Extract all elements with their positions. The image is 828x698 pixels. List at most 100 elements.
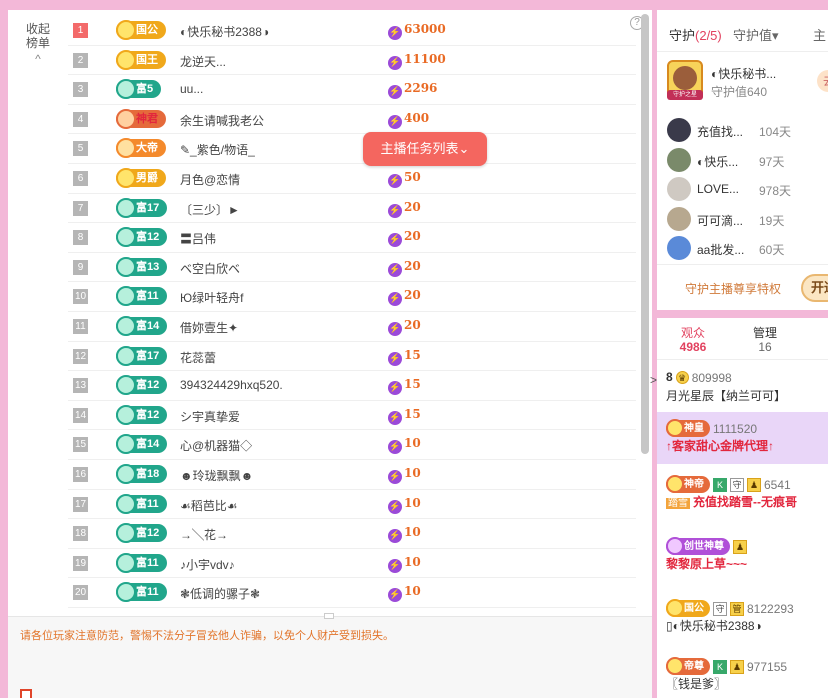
score-value: 10 xyxy=(404,495,421,510)
user-name[interactable]: uu... xyxy=(180,82,203,96)
ranking-row[interactable]: 6 男爵 月色@恋情 ⚡ 50 xyxy=(68,164,636,194)
user-name[interactable]: 月色@恋情 xyxy=(180,171,240,188)
ranking-row[interactable]: 7 富17 〔三少〕► ⚡ 20 xyxy=(68,194,636,224)
tab-guard-value[interactable]: 守护值▾ xyxy=(733,25,779,44)
rank-number: 13 xyxy=(73,378,88,394)
collapse-ranking-button[interactable]: 收起 榜单 ^ xyxy=(22,22,54,66)
notice-checkbox[interactable] xyxy=(20,689,32,698)
user-name[interactable]: ☻玲珑飘飘☻ xyxy=(180,467,253,484)
badge-label: 富17 xyxy=(136,201,160,214)
ranking-row[interactable]: 1 国公 ◐快乐秘书2388◑ ⚡ 63000 xyxy=(68,16,636,46)
viewer-item[interactable]: 国公守管 8122293 ▯◐快乐秘书2388◑ xyxy=(657,599,828,634)
ranking-row[interactable]: 9 富13 ベ空白欣ベ ⚡ 20 xyxy=(68,253,636,283)
open-guard-button[interactable]: 开通 xyxy=(801,274,828,302)
expand-arrow-icon[interactable]: > xyxy=(650,373,657,387)
viewer-item[interactable]: 神帝 K 守 ♟ 6541 踏雪 充值找踏雪--无痕哥 xyxy=(657,475,828,512)
ranking-scrollbar[interactable] xyxy=(641,14,649,454)
guard-name: 充值找... xyxy=(697,125,744,139)
go-button[interactable]: 去 xyxy=(817,70,828,92)
user-name[interactable]: Ю绿叶轻舟f xyxy=(180,289,243,306)
viewer-badges: 神帝 K 守 ♟ 6541 xyxy=(666,475,828,494)
badge-label: 富11 xyxy=(136,586,159,599)
badge-label: 富18 xyxy=(136,467,160,480)
lightning-icon: ⚡ xyxy=(388,529,402,544)
viewer-name: 黎黎原上草~~~ xyxy=(666,557,748,571)
tab-guard[interactable]: 守护(2/5) xyxy=(669,25,722,44)
guard-name: ◐快乐... xyxy=(697,154,739,169)
ranking-row[interactable]: 19 富11 ♪小宇vdv♪ ⚡ 10 xyxy=(68,549,636,579)
level-badge: 富12 xyxy=(116,375,168,396)
score-value: 15 xyxy=(404,347,421,362)
tab-admin[interactable]: 管理 16 xyxy=(745,326,785,354)
user-name[interactable]: ❃低调的骡子❃ xyxy=(180,585,260,602)
ranking-row[interactable]: 13 富12 394324429hxq520. ⚡ 15 xyxy=(68,371,636,401)
rank-number: 3 xyxy=(73,82,88,98)
user-name[interactable]: ♪小宇vdv♪ xyxy=(180,556,235,573)
score-value: 50 xyxy=(404,169,421,184)
badge-icon xyxy=(116,108,136,129)
viewer-item[interactable]: 创世神尊 ♟ 黎黎原上草~~~ xyxy=(657,537,828,572)
ranking-row[interactable]: 11 富14 借妳壹生✦ ⚡ 20 xyxy=(68,312,636,342)
user-name[interactable]: 花蕊蕾 xyxy=(180,349,216,366)
viewer-item[interactable]: 帝尊 K ♟ 977155 〖钱是爹〗 xyxy=(657,657,828,692)
badge-icon xyxy=(116,79,136,100)
lightning-icon: ⚡ xyxy=(388,262,402,277)
ranking-row[interactable]: 17 富11 ☙稻芭比☙ ⚡ 10 xyxy=(68,490,636,520)
lightning-icon: ⚡ xyxy=(388,203,402,218)
viewer-name-line: 〖钱是爹〗 xyxy=(666,676,828,692)
user-name[interactable]: 龙逆天... xyxy=(180,53,226,70)
ranking-row[interactable]: 10 富11 Ю绿叶轻舟f ⚡ 20 xyxy=(68,282,636,312)
badge-label: 富12 xyxy=(136,231,160,244)
viewer-item[interactable]: 8 ♛ 809998 月光星辰【纳兰可可】 xyxy=(657,370,828,404)
tab-audience[interactable]: 观众 4986 xyxy=(673,326,713,354)
contribution-score: ⚡ 20 xyxy=(388,259,421,277)
guard-item[interactable]: ◐快乐... 97天 xyxy=(667,147,827,172)
lightning-icon: ⚡ xyxy=(388,85,402,100)
user-name[interactable]: 394324429hxq520. xyxy=(180,378,283,392)
user-name[interactable]: ◐快乐秘书2388◑ xyxy=(180,23,269,40)
guard-item[interactable]: LOVE... 978天 xyxy=(667,177,827,201)
user-name[interactable]: 借妳壹生✦ xyxy=(180,319,238,336)
user-name[interactable]: 〔三少〕► xyxy=(180,201,240,218)
ranking-row[interactable]: 18 富12 →╲花→ ⚡ 10 xyxy=(68,519,636,549)
user-name[interactable]: 心@机器猫◇ xyxy=(180,437,252,454)
viewer-name-line: ▯◐快乐秘书2388◑ xyxy=(666,618,828,634)
user-name[interactable]: ベ空白欣ベ xyxy=(180,260,240,277)
user-name[interactable]: シ宇真挚爱 xyxy=(180,408,240,425)
ranking-row[interactable]: 16 富18 ☻玲珑飘飘☻ ⚡ 10 xyxy=(68,460,636,490)
guard-item[interactable]: 充值找... 104天 xyxy=(667,118,827,142)
badge-label: 国公 xyxy=(684,603,704,614)
ranking-row[interactable]: 4 神君 余生请喊我老公 ⚡ 400 xyxy=(68,105,636,135)
top-guard[interactable]: 守护之星 ◐快乐秘书... 守护值640 去 xyxy=(667,60,828,108)
divider xyxy=(657,264,828,265)
tab-third[interactable]: 主 xyxy=(813,25,826,44)
ranking-row[interactable]: 3 富5 uu... ⚡ 2296 xyxy=(68,75,636,105)
ranking-row[interactable]: 15 富14 心@机器猫◇ ⚡ 10 xyxy=(68,430,636,460)
score-value: 20 xyxy=(404,199,421,214)
user-name[interactable]: 余生请喊我老公 xyxy=(180,112,264,129)
resize-handle[interactable] xyxy=(324,613,334,619)
tab-admin-label: 管理 xyxy=(752,326,777,340)
ranking-row[interactable]: 2 国王 龙逆天... ⚡ 11100 xyxy=(68,46,636,76)
user-name[interactable]: ✎_紫色/物语_ xyxy=(180,141,255,158)
user-name[interactable]: →╲花→ xyxy=(180,526,228,543)
viewer-item[interactable]: 神皇 1111520 ↑客家甜心金牌代理↑ xyxy=(657,412,828,464)
level-badge: 富11 xyxy=(116,582,167,603)
guard-privilege-link[interactable]: 守护主播尊享特权 xyxy=(685,280,781,297)
ranking-row[interactable]: 12 富17 花蕊蕾 ⚡ 15 xyxy=(68,342,636,372)
viewer-id: 1111520 xyxy=(713,421,758,436)
user-name[interactable]: ☙稻芭比☙ xyxy=(180,497,238,514)
ranking-row[interactable]: 5大帝✎_紫色/物语_⚡ xyxy=(68,134,636,164)
guard-item[interactable]: aa批发... 60天 xyxy=(667,236,827,260)
rank-number: 5 xyxy=(73,141,88,157)
ranking-row[interactable]: 8 富12 〓吕伟 ⚡ 20 xyxy=(68,223,636,253)
badge-label: 神皇 xyxy=(684,423,704,434)
guard-item[interactable]: 可可滴... 19天 xyxy=(667,206,827,231)
ranking-row[interactable]: 14 富12 シ宇真挚爱 ⚡ 15 xyxy=(68,401,636,431)
ranking-row[interactable]: 20 富11 ❃低调的骡子❃ ⚡ 10 xyxy=(68,578,636,608)
anchor-task-list-button[interactable]: 主播任务列表⌄ xyxy=(363,132,487,166)
badge-icon xyxy=(666,419,684,437)
badge-label: 富5 xyxy=(136,83,154,96)
viewer-name-line: 黎黎原上草~~~ xyxy=(666,556,828,572)
user-name[interactable]: 〓吕伟 xyxy=(180,230,216,247)
